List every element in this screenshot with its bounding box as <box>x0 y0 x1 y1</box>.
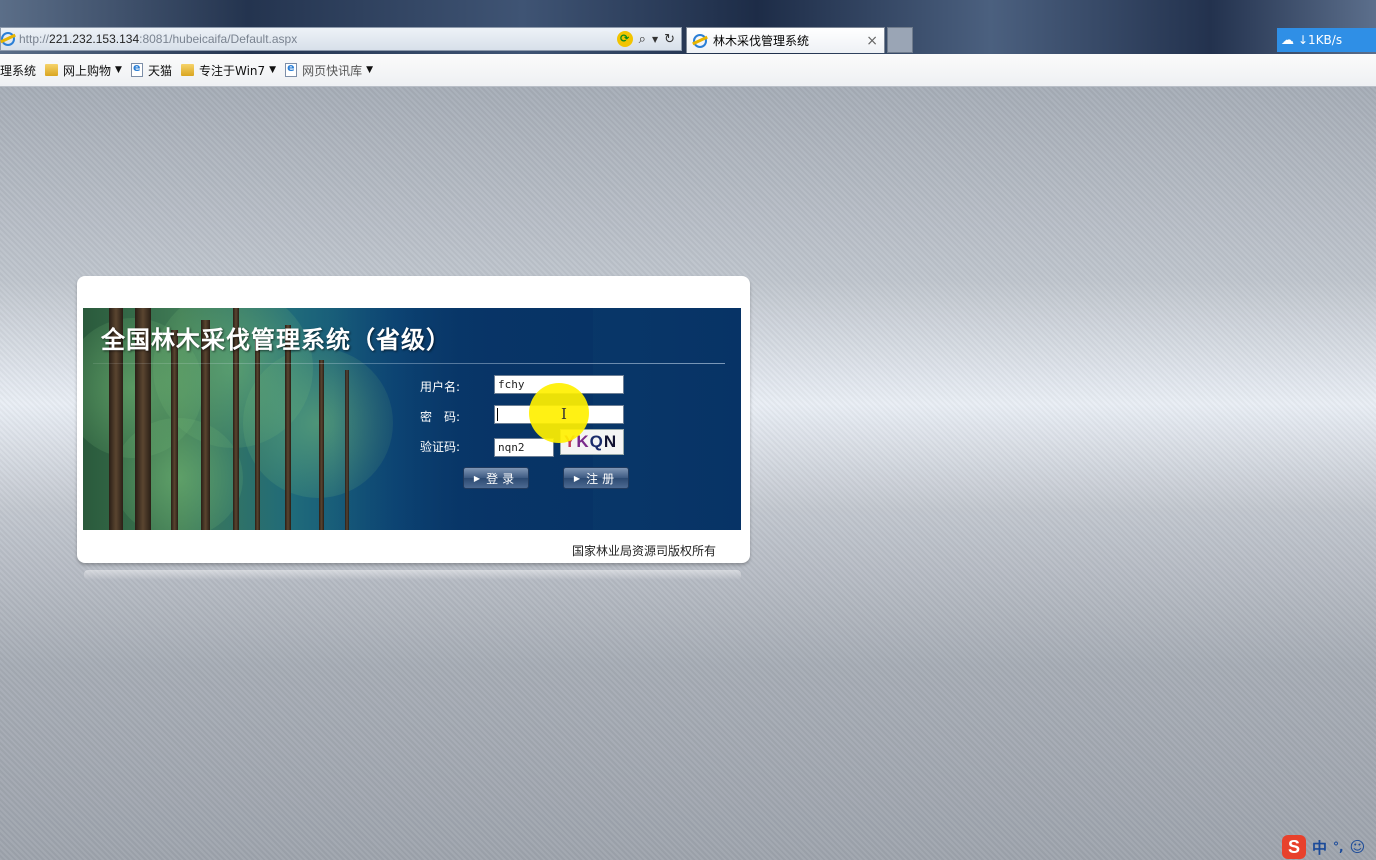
system-title: 全国林木采伐管理系统（省级） <box>101 326 451 354</box>
copyright-text: 国家林业局资源司版权所有 <box>572 544 717 558</box>
captcha-input[interactable]: nqn2 <box>494 438 554 457</box>
tree-trunk <box>319 360 324 530</box>
arrow-right-icon: ▶ <box>573 473 581 483</box>
folder-icon <box>45 64 59 76</box>
emoji-icon[interactable]: ☺ <box>1350 838 1366 856</box>
url-text[interactable]: http://221.232.153.134:8081/hubeicaifa/D… <box>19 32 297 46</box>
login-banner: 全国林木采伐管理系统（省级） 用户名: fchy 密 码: 验证码: nqn2 … <box>83 308 741 530</box>
chevron-down-icon[interactable]: ▼ <box>652 35 658 44</box>
new-tab-button[interactable] <box>887 27 913 53</box>
login-button[interactable]: ▶ 登录 <box>463 467 529 489</box>
tree-trunk <box>285 325 291 530</box>
forest-foliage <box>113 418 243 530</box>
text-cursor-icon: I <box>561 405 567 423</box>
card-reflection <box>84 570 741 580</box>
login-panel: 全国林木采伐管理系统（省级） 用户名: fchy 密 码: 验证码: nqn2 … <box>77 276 750 563</box>
tree-trunk <box>171 330 178 530</box>
fav-item-shopping[interactable]: 网上购物 ▼ <box>45 62 122 79</box>
fav-item-win7[interactable]: 专注于Win7 ▼ <box>180 62 277 79</box>
fav-item-tmall[interactable]: 天猫 <box>130 61 172 79</box>
cursor-highlight <box>529 383 589 443</box>
title-divider <box>93 363 725 364</box>
ime-mode[interactable]: 中 <box>1312 837 1327 858</box>
tab-title: 林木采伐管理系统 <box>713 34 810 48</box>
arrow-right-icon: ▶ <box>473 473 481 483</box>
tab-active[interactable]: 林木采伐管理系统 × <box>686 27 885 53</box>
compat-view-icon[interactable]: ⟳ <box>616 31 633 47</box>
address-bar[interactable]: http://221.232.153.134:8081/hubeicaifa/D… <box>0 27 682 51</box>
close-icon[interactable]: × <box>866 33 878 49</box>
folder-icon <box>180 64 194 76</box>
net-speed-widget[interactable]: ☁ ↓1KB/s <box>1277 28 1376 52</box>
favorites-bar: 理系统 网上购物 ▼ 天猫 专注于Win7 ▼ 网页快讯库 ▼ <box>0 54 1376 87</box>
refresh-icon[interactable]: ↻ <box>664 32 675 47</box>
net-speed-text: ↓1KB/s <box>1298 33 1343 47</box>
tree-trunk <box>255 340 260 530</box>
cloud-icon: ☁ <box>1281 32 1294 48</box>
fav-item-webslice[interactable]: 网页快讯库 ▼ <box>285 61 374 79</box>
chevron-down-icon: ▼ <box>269 65 277 75</box>
fav-item-system[interactable]: 理系统 <box>0 62 36 79</box>
search-icon[interactable]: ⌕ <box>639 32 646 47</box>
register-button[interactable]: ▶ 注册 <box>563 467 629 489</box>
chevron-down-icon: ▼ <box>366 65 374 75</box>
tab-ie-icon <box>693 33 707 48</box>
sogou-logo-icon[interactable]: S <box>1282 835 1306 859</box>
ime-toolbar[interactable]: S 中 °, ☺ <box>1282 834 1376 860</box>
username-label: 用户名: <box>420 380 461 394</box>
ime-punct[interactable]: °, <box>1333 840 1344 854</box>
ie-page-icon <box>1 32 15 46</box>
password-label: 密 码: <box>420 410 461 424</box>
captcha-label: 验证码: <box>420 440 461 454</box>
page-icon <box>285 61 298 77</box>
page-icon <box>130 61 143 77</box>
chevron-down-icon: ▼ <box>115 65 122 75</box>
